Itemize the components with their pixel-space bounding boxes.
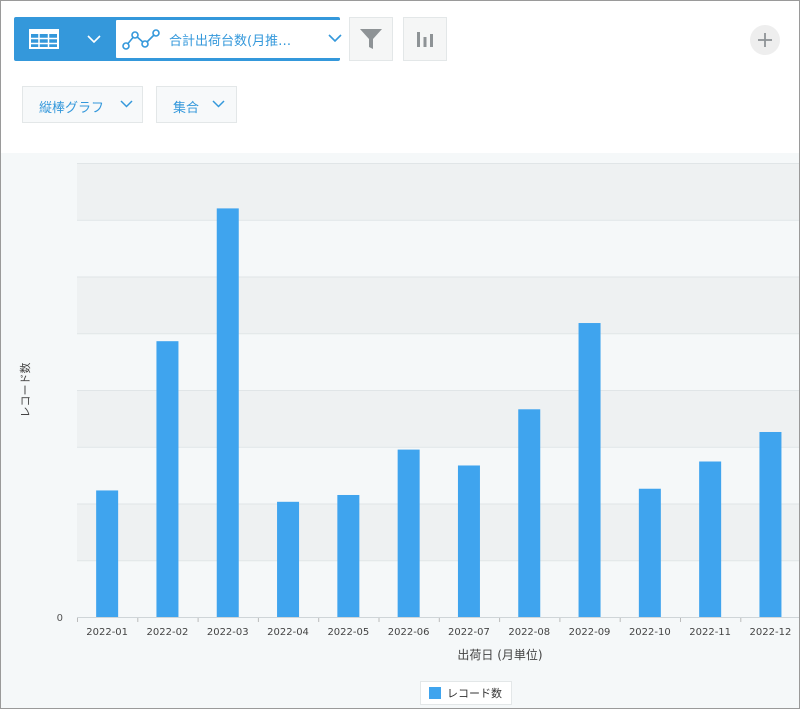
x-tick-label: 2022-06: [388, 627, 430, 638]
bar-2022-02: [156, 341, 179, 617]
bar-2022-06: [397, 449, 420, 617]
table-view-button[interactable]: [14, 17, 74, 61]
x-tick-label: 2022-05: [327, 627, 369, 638]
x-tick-label: 2022-01: [86, 627, 128, 638]
bar-2022-04: [277, 501, 300, 617]
x-tick-label: 2022-11: [689, 627, 731, 638]
x-tick-label: 2022-08: [508, 627, 550, 638]
chart-area: 0 レコード数 2022-01 2022-02 2022-03 2022-04 2022-0…: [1, 153, 799, 708]
filter-icon: [360, 29, 382, 49]
x-axis-title: 出荷日 (月単位): [457, 647, 542, 662]
grid-band: [77, 163, 799, 220]
chevron-down-icon: [212, 100, 225, 108]
aggregate-label: 集合: [173, 101, 200, 116]
add-graph-button[interactable]: [750, 25, 780, 55]
y-tick-label: 0: [57, 613, 63, 624]
x-tick-label: 2022-07: [448, 627, 490, 638]
chart-type-label: 縦棒グラフ: [39, 101, 105, 116]
plus-icon: [758, 33, 772, 47]
bar-2022-08: [518, 409, 541, 617]
graph-select[interactable]: 合計出荷台数(月推…: [116, 20, 350, 58]
line-chart-icon: [122, 29, 160, 50]
x-tick-label: 2022-02: [147, 627, 189, 638]
chart-legend[interactable]: レコード数: [420, 681, 512, 705]
legend-label: レコード数: [447, 687, 502, 700]
chevron-down-icon: [328, 34, 342, 42]
bar-2022-09: [578, 323, 601, 617]
y-axis-title: レコード数: [19, 363, 32, 418]
chart-type-select[interactable]: 縦棒グラフ: [22, 86, 143, 123]
bar-2022-10: [638, 488, 661, 617]
table-icon: [29, 29, 59, 49]
graph-select-label: 合計出荷台数(月推…: [169, 34, 292, 49]
x-tick-label: 2022-03: [207, 627, 249, 638]
graph-settings-button[interactable]: [403, 17, 447, 61]
grid-band: [77, 503, 799, 561]
bar-2022-12: [759, 431, 782, 617]
grid-band: [77, 276, 799, 334]
bar-chart-icon: [417, 32, 433, 47]
chevron-down-icon: [87, 35, 101, 43]
legend-swatch: [429, 687, 441, 699]
x-tick-label: 2022-10: [629, 627, 671, 638]
app-frame: 合計出荷台数(月推… 縦棒グラフ 集合 0 レコード数 2022-01 2022…: [0, 0, 800, 709]
x-tick-label: 2022-09: [569, 627, 611, 638]
bar-2022-11: [699, 461, 722, 617]
bar-2022-07: [457, 465, 480, 617]
view-selector-group: 合計出荷台数(月推…: [14, 17, 350, 61]
grid-band: [77, 390, 799, 447]
x-tick-label: 2022-04: [267, 627, 309, 638]
bar-2022-01: [96, 490, 119, 617]
bar-chart: 0 レコード数 2022-01 2022-02 2022-03 2022-04 2022-0…: [19, 163, 799, 662]
aggregate-select[interactable]: 集合: [156, 86, 237, 123]
x-tick-label: 2022-12: [750, 627, 792, 638]
chevron-down-icon: [120, 100, 133, 108]
bar-2022-03: [216, 208, 239, 617]
filter-button[interactable]: [349, 17, 393, 61]
view-dropdown-button[interactable]: [74, 17, 114, 61]
bar-2022-05: [337, 494, 360, 617]
